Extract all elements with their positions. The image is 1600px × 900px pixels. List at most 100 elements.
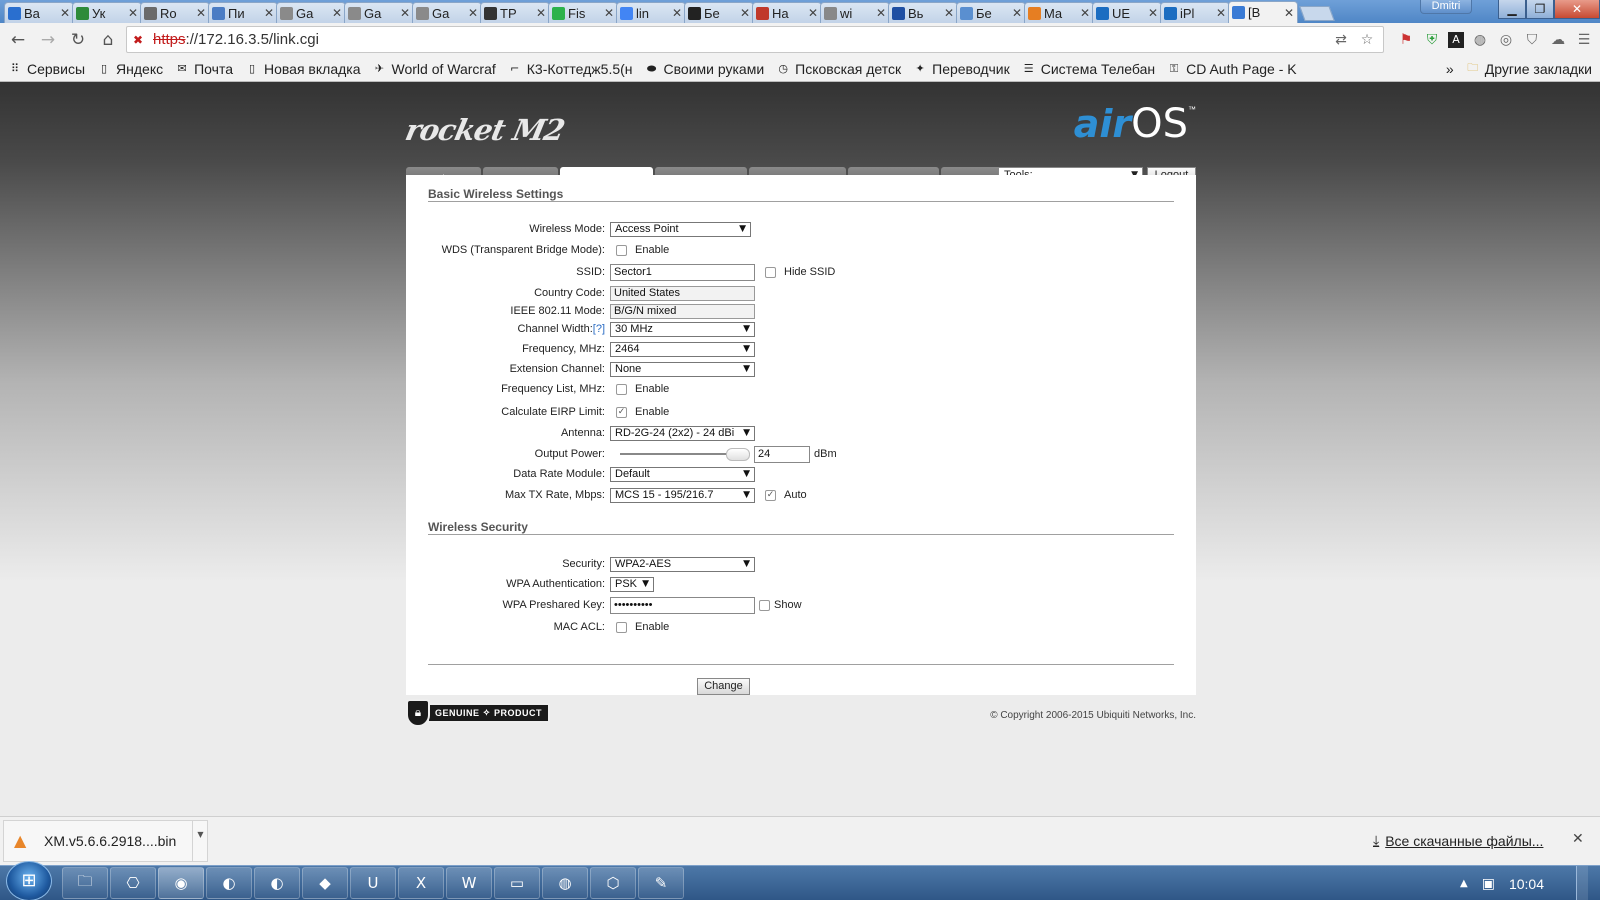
bookmark-item[interactable]: ✉ Почта (175, 61, 234, 77)
output-power-slider[interactable] (620, 447, 750, 461)
close-icon[interactable]: ✕ (1572, 831, 1584, 847)
channel-width-help-link[interactable]: [?] (593, 323, 605, 335)
browser-tab[interactable]: Ук ✕ (72, 2, 142, 23)
browser-tab[interactable]: Ga ✕ (276, 2, 346, 23)
bookmark-item[interactable]: ☰ Система Телебан (1022, 61, 1155, 77)
browser-tab[interactable]: UE ✕ (1092, 2, 1162, 23)
profile-badge[interactable]: Dmitri (1420, 0, 1472, 14)
restore-button[interactable]: ❐ (1526, 0, 1554, 19)
channel-width-select[interactable]: 30 MHz ▼ (610, 321, 755, 337)
close-icon[interactable]: ✕ (604, 6, 614, 20)
change-button[interactable]: Change (697, 678, 750, 695)
home-icon[interactable]: ⌂ (96, 28, 120, 52)
menu-icon[interactable]: ☰ (1574, 30, 1594, 50)
a-icon[interactable]: A (1448, 31, 1464, 48)
extension-channel-select[interactable]: None ▼ (610, 361, 755, 377)
show-all-downloads-link[interactable]: ⤓ Все скачанные файлы... (1373, 833, 1543, 849)
tool-icon[interactable]: ✎ (638, 867, 684, 899)
globe-icon[interactable]: ◍ (1470, 30, 1490, 50)
ssid-input[interactable]: Sector1 (610, 263, 755, 281)
world-icon[interactable]: ◎ (1496, 30, 1516, 50)
clock[interactable]: 10:04 (1509, 876, 1544, 892)
close-icon[interactable]: ✕ (128, 6, 138, 20)
close-icon[interactable]: ✕ (332, 6, 342, 20)
close-icon[interactable]: ✕ (468, 6, 478, 20)
minimize-button[interactable]: ▁ (1498, 0, 1526, 19)
word-icon[interactable]: W (446, 867, 492, 899)
bookmark-item[interactable]: ▯ Яндекс (97, 61, 163, 77)
start-button[interactable]: ⊞ (6, 860, 52, 900)
close-icon[interactable]: ✕ (740, 6, 750, 20)
excel-icon[interactable]: X (398, 867, 444, 899)
app-icon[interactable]: ◐ (254, 867, 300, 899)
browser-tab[interactable]: Вь ✕ (888, 2, 958, 23)
max-tx-auto-checkbox[interactable]: ✓ (765, 489, 776, 501)
bookmarks-overflow[interactable]: » (1446, 61, 1454, 77)
download-item[interactable]: ▲ XM.v5.6.6.2918....bin ▼ (3, 820, 208, 862)
browser-tab[interactable]: TP ✕ (480, 2, 550, 23)
reload-icon[interactable]: ↻ (66, 28, 90, 52)
network-icon[interactable]: ⎔ (110, 867, 156, 899)
close-icon[interactable]: ✕ (400, 6, 410, 20)
bookmark-item[interactable]: ◷ Псковская детск (776, 61, 901, 77)
bookmark-item[interactable]: ⚿ CD Auth Page - K (1167, 61, 1297, 77)
close-icon[interactable]: ✕ (672, 6, 682, 20)
security-select[interactable]: WPA2-AES ▼ (610, 556, 755, 572)
browser-tab[interactable]: wi ✕ (820, 2, 890, 23)
chrome-icon[interactable]: ◉ (158, 867, 204, 899)
close-icon[interactable]: ✕ (1284, 6, 1294, 20)
close-icon[interactable]: ✕ (196, 6, 206, 20)
close-icon[interactable]: ✕ (264, 6, 274, 20)
bookmark-item[interactable]: ✦ Переводчик (913, 61, 1010, 77)
slider-thumb[interactable] (726, 448, 750, 461)
winbox-icon[interactable]: ◆ (302, 867, 348, 899)
network-tray-icon[interactable]: ▣ (1482, 876, 1495, 892)
browser-tab[interactable]: [B ✕ (1228, 1, 1298, 23)
vpn-icon[interactable]: ☁ (1548, 30, 1568, 50)
close-icon[interactable]: ✕ (60, 6, 70, 20)
firefox-icon[interactable]: ◍ (542, 867, 588, 899)
explorer-icon[interactable]: 🗀 (62, 867, 108, 899)
browser-tab[interactable]: iPl ✕ (1160, 2, 1230, 23)
browser-tab[interactable]: Ma ✕ (1024, 2, 1094, 23)
close-icon[interactable]: ✕ (876, 6, 886, 20)
app-icon[interactable]: ◐ (206, 867, 252, 899)
close-icon[interactable]: ✕ (808, 6, 818, 20)
monitor-icon[interactable]: ▭ (494, 867, 540, 899)
bookmark-item[interactable]: ⬬ Своими руками (645, 61, 764, 77)
show-key-checkbox[interactable] (759, 599, 770, 611)
show-desktop-button[interactable] (1576, 866, 1588, 900)
vbox-icon[interactable]: ⬡ (590, 867, 636, 899)
close-window-button[interactable]: ✕ (1554, 0, 1600, 19)
close-icon[interactable]: ✕ (1012, 6, 1022, 20)
output-power-input[interactable]: 24 (754, 445, 810, 463)
close-icon[interactable]: ✕ (1216, 6, 1226, 20)
browser-tab[interactable]: Пи ✕ (208, 2, 278, 23)
mac-acl-checkbox[interactable] (616, 621, 627, 633)
browser-tab[interactable]: Ro ✕ (140, 2, 210, 23)
bookmark-item[interactable]: ✈ World of Warcraf (373, 61, 496, 77)
adblock-icon[interactable]: ⛉ (1522, 30, 1542, 50)
tray-up-arrow-icon[interactable]: ▲ (1460, 878, 1468, 889)
frequency-select[interactable]: 2464 ▼ (610, 341, 755, 357)
insecure-lock-icon[interactable]: ✖ (133, 33, 147, 47)
back-icon[interactable]: ← (6, 28, 30, 52)
bookmark-item[interactable]: ⠿ Сервисы (8, 61, 85, 77)
browser-tab[interactable]: Ga ✕ (412, 2, 482, 23)
browser-tab[interactable]: Ga ✕ (344, 2, 414, 23)
forward-icon[interactable]: → (36, 28, 60, 52)
hide-ssid-checkbox[interactable] (765, 266, 776, 278)
frequency-list-checkbox[interactable] (616, 383, 627, 395)
browser-tab[interactable]: lin ✕ (616, 2, 686, 23)
close-icon[interactable]: ✕ (1148, 6, 1158, 20)
antenna-select[interactable]: RD-2G-24 (2x2) - 24 dBi ▼ (610, 425, 755, 441)
wireless-mode-select[interactable]: Access Point ▼ (610, 221, 751, 237)
close-icon[interactable]: ✕ (944, 6, 954, 20)
ubnt-icon[interactable]: U (350, 867, 396, 899)
browser-tab[interactable]: На ✕ (752, 2, 822, 23)
max-tx-select[interactable]: MCS 15 - 195/216.7 ▼ (610, 487, 755, 503)
other-bookmarks[interactable]: 🗀 Другие закладки (1466, 61, 1592, 77)
eirp-checkbox[interactable]: ✓ (616, 406, 627, 418)
wpa-auth-select[interactable]: PSK ▼ (610, 576, 654, 592)
bookmark-item[interactable]: ⌐ К3-Коттедж5.5(н (508, 61, 632, 77)
